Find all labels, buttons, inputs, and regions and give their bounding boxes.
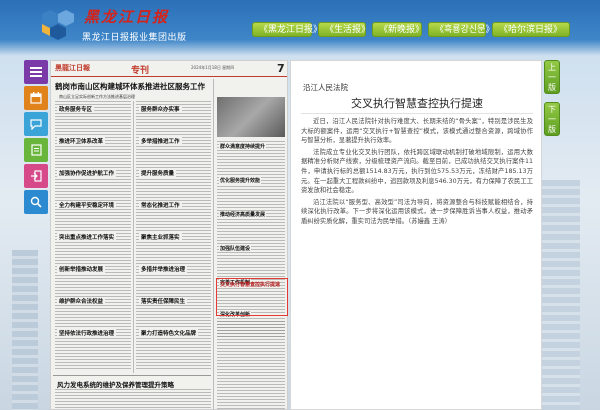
next-page-button[interactable]: 下 一 版 — [544, 102, 560, 136]
text-lines — [55, 389, 211, 409]
chat-icon — [30, 118, 42, 130]
chat-button[interactable] — [24, 112, 48, 136]
column-divider — [133, 101, 134, 373]
paper-article-headline[interactable]: 坚持依法行政推进治理 — [57, 329, 117, 337]
paper-article-headline[interactable]: 提升服务质量 — [139, 169, 177, 177]
paper-article-headline[interactable]: 政务服务专区 — [57, 105, 95, 113]
paper-article-headline[interactable]: 落实责任保障民生 — [139, 297, 188, 305]
tab-heilongjiang-daily[interactable]: 《黑龙江日报》 — [252, 22, 322, 37]
paper-masthead: 黑龍江日報 专刊 2024年1月18日 星期四 7 — [51, 61, 287, 77]
section-divider — [53, 375, 211, 376]
paper-date: 2024年1月18日 星期四 — [191, 65, 235, 70]
paper-article-headline[interactable]: 聚焦主业抓落实 — [139, 233, 182, 241]
paper-section: 专刊 — [131, 66, 150, 76]
calendar-button[interactable] — [24, 86, 48, 110]
tab-harbin-daily[interactable]: 《哈尔滨日报》 — [492, 22, 570, 37]
paper-article-headline[interactable]: 常态化推进工作 — [139, 201, 182, 209]
text-lines — [217, 321, 285, 409]
paper-article-headline[interactable]: 优化服务提升效能 — [219, 177, 262, 184]
paper-bottom-headline[interactable]: 风力发电系统的维护及保养管理提升策略 — [57, 379, 174, 389]
left-toolbar — [24, 60, 48, 216]
paper-article-headline[interactable]: 维护群众合法权益 — [57, 297, 106, 305]
paper-article-headline[interactable]: 多举措推进工作 — [139, 137, 182, 145]
paper-main-headline[interactable]: 鹤岗市南山区构建城环体系推进社区服务工作 — [55, 81, 205, 92]
exit-icon — [31, 170, 42, 182]
menu-icon — [30, 67, 42, 77]
search-icon — [30, 196, 42, 208]
paper-article-headline[interactable]: 服务群众办实事 — [139, 105, 182, 113]
calendar-icon — [30, 92, 42, 104]
document-button[interactable] — [24, 138, 48, 162]
paper-page-number: 7 — [277, 62, 285, 75]
paper-article-headline[interactable]: 推动经济高质量发展 — [219, 211, 267, 218]
tab-life-daily[interactable]: 《生活报》 — [318, 22, 370, 37]
menu-button[interactable] — [24, 60, 48, 84]
article-paragraph: 法院成立专业化交叉执行团队，依托跨区域联动机制打破地域限制，运用大数据精准分析财… — [301, 148, 533, 195]
logo-icon — [42, 10, 74, 40]
article-paragraph: 近日，沿江人民法院针对执行难度大、长期未结的“骨头案”，特别是涉民生及大标的额案… — [301, 118, 533, 145]
article-title: 交叉执行智慧查控执行提速 — [351, 97, 483, 110]
title-divider — [301, 113, 533, 114]
prev-page-button[interactable]: 上 一 版 — [544, 60, 560, 94]
paper-article-headline[interactable]: 聚力打造特色文化品牌 — [139, 329, 199, 337]
site-header: 黑龙江日报 黑龙江日报报业集团出版 《黑龙江日报》 《生活报》 《新晚报》 《흑… — [0, 0, 600, 56]
paper-article-headline[interactable]: 加强队伍建设 — [219, 245, 252, 252]
paper-main-subheadline: 南山区立足实际创新工作方法推进基层治理 — [59, 94, 135, 99]
paper-article-headline[interactable]: 多措并举推进治理 — [139, 265, 188, 273]
paper-article-headline[interactable]: 全力构建平安稳定环境 — [57, 201, 117, 209]
paper-article-headline[interactable]: 群众满意度持续提升 — [219, 143, 267, 150]
tab-korean-newspaper[interactable]: 《흑룡강신문》 — [428, 22, 494, 37]
logo-subtitle: 黑龙江日报报业集团出版 — [82, 33, 187, 43]
paper-article-headline[interactable]: 加强协作促进护航工作 — [57, 169, 117, 177]
paper-logo: 黑龍江日報 — [55, 63, 90, 72]
paper-article-headline[interactable]: 创新举措推动发展 — [57, 265, 106, 273]
newspaper-tabs: 《黑龙江日报》 《生活报》 《新晚报》 《흑룡강신문》 《哈尔滨日报》 — [252, 22, 570, 37]
article-paragraph: 沿江法院以“服务型、高效型”司法为导向，将资源整合与科技赋能相结合，持续深化执行… — [301, 198, 533, 225]
search-button[interactable] — [24, 190, 48, 214]
document-icon — [30, 144, 42, 156]
selected-article-highlight[interactable]: 交叉执行智慧查控执行提速 — [216, 278, 288, 316]
tab-new-evening-news[interactable]: 《新晚报》 — [372, 22, 424, 37]
paper-article-headline[interactable]: 推进环卫体系改革 — [57, 137, 106, 145]
exit-button[interactable] — [24, 164, 48, 188]
newspaper-page[interactable]: 黑龍江日報 专刊 2024年1月18日 星期四 7 鹤岗市南山区构建城环体系推进… — [50, 60, 288, 410]
paper-article-headline[interactable]: 突出重点推进工作落实 — [57, 233, 117, 241]
column-divider — [213, 79, 214, 409]
news-photo — [217, 97, 285, 137]
article-panel: 沿江人民法院 交叉执行智慧查控执行提速 近日，沿江人民法院针对执行难度大、长期未… — [290, 60, 542, 410]
selected-article-headline: 交叉执行智慧查控执行提速 — [220, 282, 281, 288]
article-body: 近日，沿江人民法院针对执行难度大、长期未结的“骨头案”，特别是涉民生及大标的额案… — [301, 117, 533, 229]
article-source: 沿江人民法院 — [303, 83, 348, 92]
logo-title: 黑龙江日报 — [84, 8, 170, 26]
background-building — [12, 250, 38, 410]
